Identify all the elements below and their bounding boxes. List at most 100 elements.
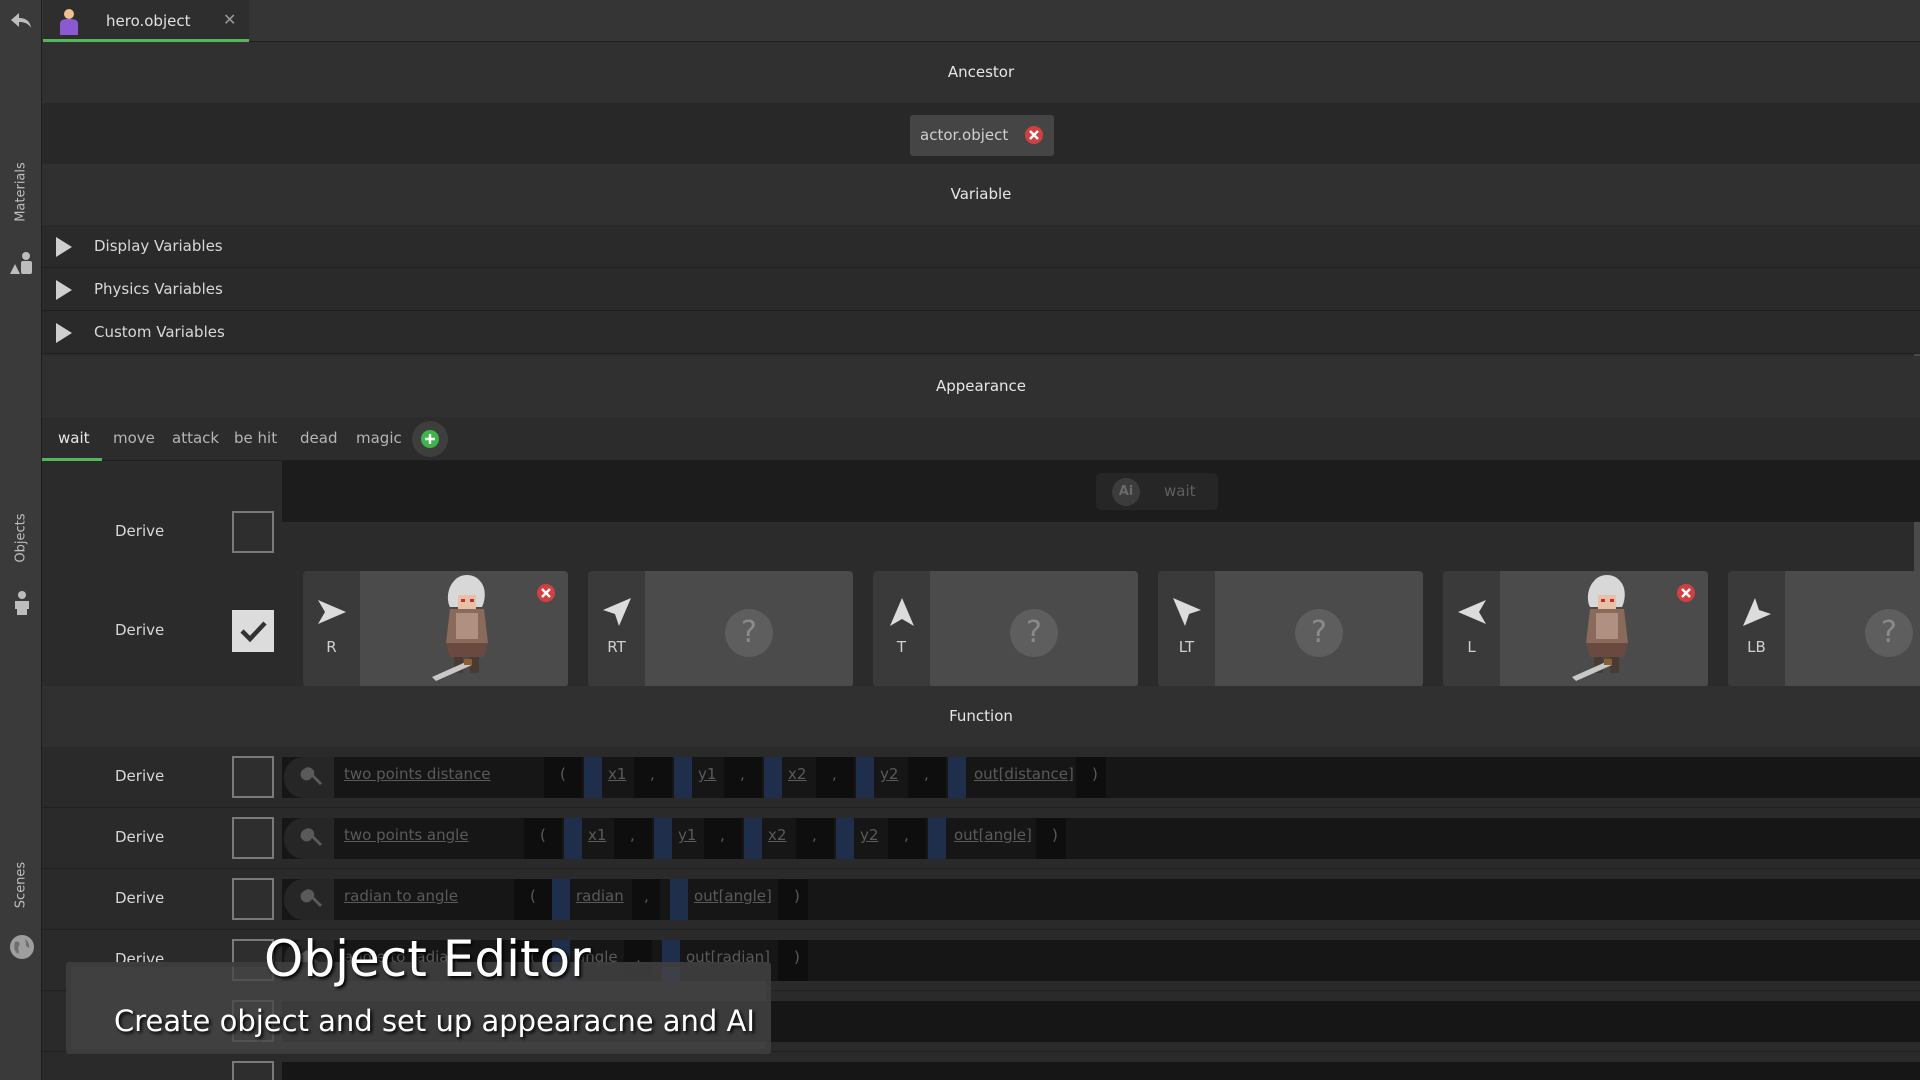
variable-group-physics[interactable]: Physics Variables <box>42 268 1920 311</box>
direction-header: R <box>303 571 360 687</box>
empty-sprite-frame[interactable]: ? <box>645 571 853 687</box>
derive-ai-checkbox[interactable] <box>232 511 274 553</box>
expand-triangle-icon[interactable] <box>56 323 72 343</box>
derive-label: Derive <box>115 522 165 540</box>
float-type-tag <box>856 757 874 798</box>
float-type-tag <box>564 818 582 859</box>
comma: , <box>650 765 655 783</box>
tab-attack[interactable]: attack <box>172 429 219 447</box>
ai-state-label: wait <box>1164 482 1196 500</box>
function-row: Derive radian to angle ( radian , out[an… <box>42 869 1920 930</box>
direction-header: T <box>873 571 930 687</box>
comma: , <box>812 826 817 844</box>
function-expression[interactable]: two points distance ( x1 , y1 , x2 , y2 … <box>282 757 1920 798</box>
arg-y2: y2 <box>880 765 899 783</box>
tab-be-hit[interactable]: be hit <box>234 429 277 447</box>
function-name: two points angle <box>344 826 469 844</box>
direction-label: T <box>896 638 907 656</box>
arg-y1: y1 <box>678 826 697 844</box>
remove-sprite-icon[interactable] <box>1676 583 1696 603</box>
object-person-icon <box>60 9 78 35</box>
ancestor-value: actor.object <box>920 126 1009 144</box>
arg-radian: radian <box>576 887 624 905</box>
rail-tab-scenes[interactable]: Scenes <box>14 862 29 908</box>
sprite-frame[interactable] <box>1500 571 1708 687</box>
derive-function-checkbox[interactable] <box>232 817 274 859</box>
wrench-icon[interactable] <box>284 818 334 859</box>
arrow-right-icon <box>318 600 346 624</box>
ancestor-chip[interactable]: actor.object <box>910 115 1054 156</box>
materials-icon[interactable] <box>9 250 35 276</box>
derive-function-checkbox[interactable] <box>232 756 274 798</box>
derive-appearance-checkbox[interactable] <box>232 610 274 652</box>
direction-slot-lt[interactable]: LT ? <box>1158 571 1423 687</box>
missing-image-icon: ? <box>725 609 773 657</box>
add-state-icon[interactable] <box>412 421 448 457</box>
rail-tab-materials[interactable]: Materials <box>14 162 29 222</box>
rail-tab-objects[interactable]: Objects <box>14 513 29 562</box>
direction-slot-rt[interactable]: RT ? <box>588 571 853 687</box>
paren-open: ( <box>560 765 566 783</box>
section-appearance-heading: Appearance <box>42 356 1920 417</box>
caption-subtitle: Create object and set up appearacne and … <box>114 1004 755 1038</box>
function-expression[interactable]: radian to angle ( radian , out[angle] ) <box>282 879 1920 920</box>
direction-slot-r[interactable]: R <box>303 571 568 687</box>
function-row: Derive two points distance ( x1 , y1 , x… <box>42 747 1920 808</box>
remove-ancestor-icon[interactable] <box>1024 125 1044 145</box>
direction-slot-t[interactable]: T ? <box>873 571 1138 687</box>
tab-dead[interactable]: dead <box>300 429 337 447</box>
expand-triangle-icon[interactable] <box>56 237 72 257</box>
back-arrow-icon[interactable] <box>9 10 33 32</box>
objects-icon[interactable] <box>9 590 35 616</box>
function-name: two points distance <box>344 765 491 783</box>
direction-slot-lb[interactable]: LB ? <box>1728 571 1920 687</box>
direction-header: L <box>1443 571 1500 687</box>
caption-title: Object Editor <box>264 930 591 988</box>
arg-x2: x2 <box>768 826 787 844</box>
variable-group-custom[interactable]: Custom Variables <box>42 311 1920 354</box>
globe-icon[interactable] <box>9 934 35 960</box>
variable-group-label: Physics Variables <box>94 280 223 298</box>
tab-move[interactable]: move <box>113 429 155 447</box>
missing-image-icon: ? <box>1295 609 1343 657</box>
float-type-tag <box>654 818 672 859</box>
direction-label: RT <box>607 638 626 656</box>
derive-function-checkbox[interactable] <box>232 878 274 920</box>
direction-slot-l[interactable]: L <box>1443 571 1708 687</box>
ai-state-pill[interactable]: Ai wait <box>1096 473 1218 510</box>
expand-triangle-icon[interactable] <box>56 280 72 300</box>
function-expression[interactable]: two points angle ( x1 , y1 , x2 , y2 , o… <box>282 818 1920 859</box>
empty-sprite-frame[interactable]: ? <box>1215 571 1423 687</box>
derive-label: Derive <box>115 621 165 639</box>
derive-function-checkbox[interactable] <box>232 1061 274 1080</box>
paren-close: ) <box>794 887 800 905</box>
tab-wait[interactable]: wait <box>58 429 90 447</box>
paren-close: ) <box>794 948 800 966</box>
comma: , <box>630 826 635 844</box>
tab-hero-object[interactable]: hero.object ✕ <box>43 0 249 42</box>
function-expression[interactable] <box>282 1062 1920 1080</box>
tab-magic[interactable]: magic <box>356 429 402 447</box>
derive-label: Derive <box>115 889 165 907</box>
tab-close-button[interactable]: ✕ <box>223 10 236 29</box>
paren-open: ( <box>530 887 536 905</box>
direction-header: LT <box>1158 571 1215 687</box>
direction-header: LB <box>1728 571 1785 687</box>
paren-close: ) <box>1092 765 1098 783</box>
wrench-icon[interactable] <box>284 879 334 920</box>
variable-group-display[interactable]: Display Variables <box>42 225 1920 268</box>
wrench-icon[interactable] <box>284 757 334 798</box>
remove-sprite-icon[interactable] <box>536 583 556 603</box>
document-tab-bar: hero.object ✕ <box>42 0 1920 42</box>
derive-label: Derive <box>115 767 165 785</box>
arrow-up-right-icon <box>603 598 631 626</box>
empty-sprite-frame[interactable]: ? <box>1785 571 1920 687</box>
function-row <box>42 1052 1920 1080</box>
empty-sprite-frame[interactable]: ? <box>930 571 1138 687</box>
direction-label: LT <box>1178 638 1195 656</box>
direction-label: L <box>1467 638 1476 656</box>
arg-x1: x1 <box>608 765 627 783</box>
paren-open: ( <box>540 826 546 844</box>
sprite-frame[interactable] <box>360 571 568 687</box>
direction-label: R <box>326 638 337 656</box>
